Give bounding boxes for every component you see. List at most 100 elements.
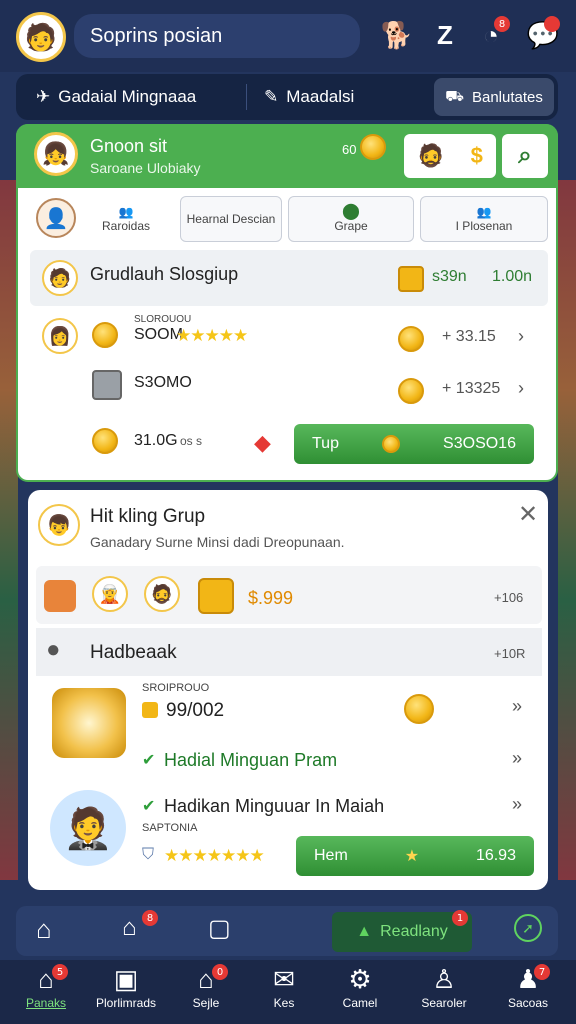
reward-right: +106	[494, 590, 524, 605]
chat-bubble-icon[interactable]: ▢	[208, 914, 231, 943]
home-icon[interactable]: ⌂	[36, 914, 52, 945]
item2-title: Hadial Minguan Pram	[164, 750, 338, 770]
house-badge: 8	[142, 910, 158, 926]
rating-stars: ★★★★★	[176, 326, 248, 345]
ready-label: Readlany	[380, 923, 448, 940]
group-badge-value: 60	[342, 142, 357, 157]
man-avatar: 🧔	[144, 576, 180, 612]
chevron-right-icon[interactable]: »	[512, 794, 522, 815]
pet-icon[interactable]: 🐕	[380, 18, 414, 52]
search-text: Soprins posian	[90, 24, 223, 47]
user-silhouette-icon: ●	[46, 636, 61, 663]
sub-nav	[16, 906, 558, 956]
nav-item-sejle[interactable]: ⌂ Sejle	[166, 962, 246, 1010]
member-chip[interactable]: 🧔 $	[404, 134, 496, 178]
check-icon: ✔	[142, 752, 156, 769]
tab-plosenan[interactable]: 👥 I Plosenan	[420, 196, 548, 242]
people-icon: 👥	[476, 205, 492, 219]
nav-item-panaks[interactable]: ⌂ Panaks	[6, 962, 86, 1010]
house-icon[interactable]: ⌂	[122, 914, 137, 942]
coin-icon	[404, 694, 434, 724]
nav-badge: 7	[534, 964, 550, 980]
search-box[interactable]: Soprins posian	[74, 14, 360, 58]
nav-item-sacoas[interactable]: ♟ Sacoas	[488, 962, 568, 1010]
tup-button-label: Tup	[312, 435, 339, 452]
close-icon[interactable]: ✕	[518, 500, 538, 529]
user-avatar: 🧑	[42, 260, 78, 296]
hem-button-label: Hem	[314, 847, 348, 864]
coin-icon	[398, 378, 424, 404]
tab-label: Raroidas	[101, 219, 151, 233]
shield-icon: ⛉	[142, 846, 155, 863]
building-icon: ▣	[113, 964, 139, 994]
gold-chest-icon	[198, 578, 234, 614]
search-button[interactable]: ⌕	[502, 134, 548, 178]
mail-icon: ✉	[273, 964, 295, 994]
chest-small-icon	[142, 702, 158, 718]
check-icon: ✔	[142, 798, 156, 815]
nav-item-plorlimrads[interactable]: ▣ Plorlimrads	[86, 962, 166, 1010]
feather-icon: ✎	[264, 87, 279, 106]
section-right: +10R	[494, 646, 526, 661]
row-value: 31.0G	[134, 432, 178, 449]
secnav-item-1-label: Gadaial Mingnaaa	[58, 87, 197, 106]
chevron-right-icon[interactable]: »	[512, 696, 522, 717]
tree-icon: ▲	[356, 923, 373, 940]
coin-icon	[360, 134, 386, 160]
hint-subtitle: Ganadary Surne Minsi dadi Dreopunaan.	[90, 534, 345, 550]
nav-label: Sejle	[192, 996, 220, 1010]
group-member-name: Grudlauh Slosgiup	[90, 264, 239, 284]
search-icon: ⌕	[518, 142, 532, 169]
coin-stack-icon: $	[470, 143, 483, 168]
coin-icon	[398, 326, 424, 352]
shop-icon: ⌂	[198, 964, 214, 994]
item3-title: Hadikan Minguuar In Maiah	[164, 796, 385, 816]
box-icon	[44, 580, 76, 612]
leaf-icon: ⬤	[342, 203, 360, 220]
safe-icon	[92, 370, 122, 400]
tab-raroidas[interactable]: 👥 Raroidas	[86, 196, 166, 242]
hint-title: Hit kling Grup	[90, 506, 206, 527]
tab-hearnal[interactable]: Hearnal Descian	[180, 196, 282, 242]
person-icon: ♙	[432, 964, 456, 994]
coin-icon	[92, 322, 118, 348]
hem-button[interactable]: Hem ★ 16.93	[296, 836, 534, 876]
tup-button[interactable]: Tup S3OSO16	[294, 424, 534, 464]
nav-label: Kes	[273, 996, 295, 1010]
nav-badge: 5	[52, 964, 68, 980]
header-value-2: 1.00n	[492, 268, 533, 285]
ready-button[interactable]: ▲ Readlany	[332, 912, 472, 952]
nav-item-camel[interactable]: ⚙ Camel	[320, 962, 400, 1010]
secnav-item-2-label: Maadalsi	[286, 87, 355, 106]
chevron-right-icon[interactable]: ›	[518, 326, 524, 347]
nav-item-kes[interactable]: ✉ Kes	[244, 962, 324, 1010]
chat-badge	[544, 16, 560, 32]
header-value-1: s39n	[432, 268, 467, 285]
group-avatar: 👧	[34, 132, 78, 176]
character-avatar: 🤵	[50, 790, 126, 866]
sleep-icon[interactable]: Z	[428, 18, 462, 52]
nav-item-searoler[interactable]: ♙ Searoler	[404, 962, 484, 1010]
tup-button-value: S3OSO16	[443, 435, 516, 452]
profile-avatar[interactable]: 🧑	[16, 12, 66, 62]
tab-icon: 👥	[118, 205, 134, 219]
row-right-value: + 33.15	[442, 328, 496, 345]
nav-label: Plorlimrads	[95, 996, 156, 1010]
nav-badge: 0	[212, 964, 228, 980]
item3-label: SAPTONIA	[142, 822, 198, 834]
chevron-right-icon[interactable]: ›	[518, 378, 524, 399]
tab-grape[interactable]: ⬤ Grape	[288, 196, 414, 242]
reward-value: $.999	[248, 588, 294, 608]
secnav-item-3-label: Banlutates	[471, 88, 543, 106]
chevron-right-icon[interactable]: »	[512, 748, 522, 769]
home-icon: ⌂	[38, 964, 54, 994]
secnav-item-2[interactable]: ✎ Maadalsi	[264, 74, 354, 120]
bag-icon: ⛟	[445, 87, 464, 105]
compass-icon[interactable]: ➚	[514, 914, 542, 942]
item1-label: SROIPROUO	[142, 682, 210, 694]
row-suffix: os s	[180, 434, 203, 448]
user-avatar: 👩	[42, 318, 78, 354]
secnav-item-1[interactable]: ✈ Gadaial Mingnaaa	[36, 74, 196, 120]
secnav-item-3[interactable]: ⛟ Banlutates	[434, 78, 554, 116]
timer-badge: 8	[494, 16, 510, 32]
